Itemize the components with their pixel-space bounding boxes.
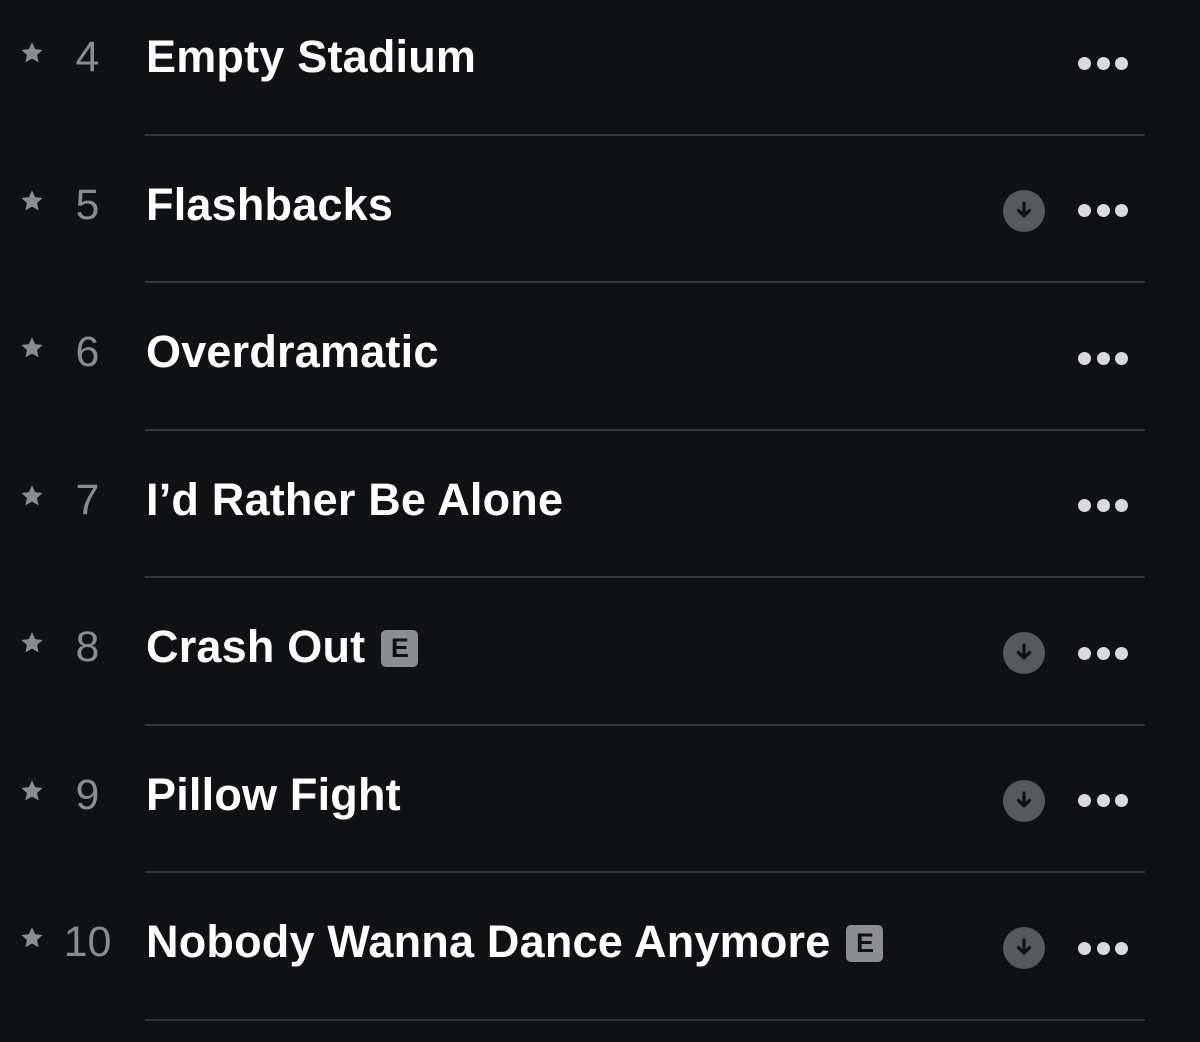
star-icon [17,481,47,511]
track-title-wrap: Pillow Fight [146,768,401,822]
track-number: 4 [75,33,100,81]
more-options-button[interactable] [1073,490,1133,522]
dot [1078,941,1091,955]
track-row[interactable]: 8 Crash Out E [0,578,1200,726]
dot [1115,204,1128,217]
dot [1096,941,1110,955]
track-title-wrap: Crash Out E [146,620,419,674]
more-options-button[interactable] [1073,932,1133,964]
dot [1096,646,1110,660]
dot [1115,499,1128,512]
star-icon [17,628,47,658]
star-icon [17,333,47,363]
explicit-badge: E [846,924,884,962]
track-title[interactable]: I’d Rather Be Alone [146,473,563,527]
star-icon [17,186,47,216]
download-icon[interactable] [1003,927,1045,969]
track-title-wrap: Empty Stadium [146,30,476,84]
download-icon[interactable] [1003,189,1045,232]
track-row[interactable]: 5 Flashbacks [0,136,1200,283]
more-options-button[interactable] [1073,637,1133,669]
more-options-button[interactable] [1073,47,1133,79]
dot [1078,499,1091,512]
star-icon [17,923,47,953]
dot [1115,56,1128,70]
track-title-wrap: I’d Rather Be Alone [146,473,563,527]
track-row[interactable]: 7 I’d Rather Be Alone [0,431,1200,578]
more-options-button[interactable] [1073,342,1133,374]
track-title[interactable]: Flashbacks [146,178,393,232]
track-title-wrap: Nobody Wanna Dance Anymore E [146,915,884,969]
divider [145,1018,1145,1021]
track-row[interactable]: 9 Pillow Fight [0,726,1200,873]
track-number: 10 [63,918,112,966]
dot [1096,794,1110,807]
track-title[interactable]: Nobody Wanna Dance Anymore [146,915,830,969]
dot [1115,646,1128,660]
star-icon [17,776,47,806]
track-title[interactable]: Crash Out [146,620,365,674]
dot [1078,56,1091,70]
track-number: 9 [75,770,100,819]
track-title-wrap: Flashbacks [146,178,393,232]
track-row[interactable]: 6 Overdramatic [0,283,1200,431]
more-options-button[interactable] [1073,195,1133,227]
more-options-button[interactable] [1073,785,1133,817]
dot [1078,646,1091,660]
track-row[interactable]: 10 Nobody Wanna Dance Anymore E [0,873,1200,1021]
download-icon[interactable] [1003,632,1045,674]
explicit-badge: E [381,629,419,667]
star-icon [17,38,47,68]
dot [1115,351,1128,365]
dot [1115,941,1128,955]
track-title[interactable]: Pillow Fight [146,768,401,822]
track-number: 5 [75,180,100,229]
dot [1078,351,1091,365]
track-title-wrap: Overdramatic [146,325,439,379]
track-number: 7 [75,475,100,524]
track-number: 6 [75,328,100,376]
dot [1115,794,1128,807]
dot [1078,204,1091,217]
track-title[interactable]: Overdramatic [146,325,439,379]
download-icon[interactable] [1003,779,1045,822]
track-list: 4 Empty Stadium 5 Flashbacks 6 Overdrama… [0,0,1200,1021]
track-number: 8 [75,623,100,671]
dot [1078,794,1091,807]
track-title[interactable]: Empty Stadium [146,30,476,84]
track-row[interactable]: 4 Empty Stadium [0,0,1200,136]
dot [1096,351,1110,365]
dot [1096,204,1110,217]
dot [1096,499,1110,512]
dot [1096,56,1110,70]
